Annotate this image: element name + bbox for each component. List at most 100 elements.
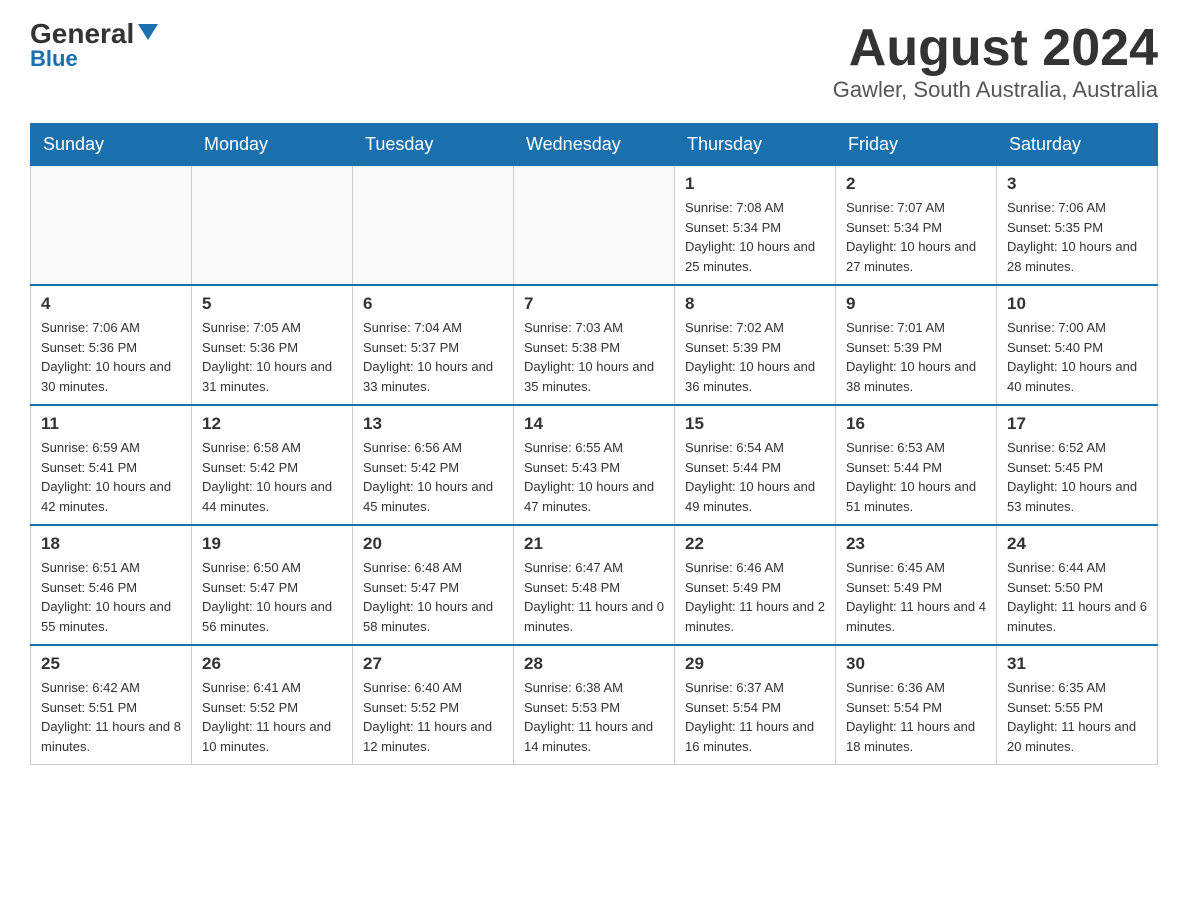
calendar-day-header-monday: Monday bbox=[192, 124, 353, 166]
calendar-cell: 2 Sunrise: 7:07 AMSunset: 5:34 PMDaylight… bbox=[836, 166, 997, 286]
calendar-cell: 5Sunrise: 7:05 AMSunset: 5:36 PMDaylight… bbox=[192, 285, 353, 405]
logo-blue-text: Blue bbox=[30, 48, 78, 70]
day-info: Sunrise: 6:59 AMSunset: 5:41 PMDaylight:… bbox=[41, 438, 181, 516]
calendar-day-header-friday: Friday bbox=[836, 124, 997, 166]
day-info: Sunrise: 6:51 AMSunset: 5:46 PMDaylight:… bbox=[41, 558, 181, 636]
day-number: 21 bbox=[524, 534, 664, 554]
day-info: Sunrise: 7:05 AMSunset: 5:36 PMDaylight:… bbox=[202, 318, 342, 396]
calendar-cell: 27 Sunrise: 6:40 AMSunset: 5:52 PMDayligh… bbox=[353, 645, 514, 765]
day-info: Sunrise: 6:36 AMSunset: 5:54 PMDaylight:… bbox=[846, 678, 986, 756]
day-number: 20 bbox=[363, 534, 503, 554]
calendar-cell: 8 Sunrise: 7:02 AMSunset: 5:39 PMDaylight… bbox=[675, 285, 836, 405]
calendar-week-row-4: 18 Sunrise: 6:51 AMSunset: 5:46 PMDayligh… bbox=[31, 525, 1158, 645]
calendar-cell: 23Sunrise: 6:45 AMSunset: 5:49 PMDayligh… bbox=[836, 525, 997, 645]
day-info: Sunrise: 6:37 AMSunset: 5:54 PMDaylight:… bbox=[685, 678, 825, 756]
calendar-week-row-3: 11 Sunrise: 6:59 AMSunset: 5:41 PMDayligh… bbox=[31, 405, 1158, 525]
calendar-cell: 21Sunrise: 6:47 AMSunset: 5:48 PMDayligh… bbox=[514, 525, 675, 645]
calendar-day-header-saturday: Saturday bbox=[997, 124, 1158, 166]
calendar-day-header-tuesday: Tuesday bbox=[353, 124, 514, 166]
day-info: Sunrise: 7:06 AMSunset: 5:36 PMDaylight:… bbox=[41, 318, 181, 396]
location-subtitle: Gawler, South Australia, Australia bbox=[833, 77, 1158, 103]
day-info: Sunrise: 7:01 AMSunset: 5:39 PMDaylight:… bbox=[846, 318, 986, 396]
day-number: 6 bbox=[363, 294, 503, 314]
calendar-cell: 11 Sunrise: 6:59 AMSunset: 5:41 PMDayligh… bbox=[31, 405, 192, 525]
day-number: 3 bbox=[1007, 174, 1147, 194]
month-year-title: August 2024 bbox=[833, 20, 1158, 77]
day-number: 14 bbox=[524, 414, 664, 434]
calendar-cell bbox=[514, 166, 675, 286]
day-info: Sunrise: 7:06 AMSunset: 5:35 PMDaylight:… bbox=[1007, 198, 1147, 276]
day-info: Sunrise: 6:56 AMSunset: 5:42 PMDaylight:… bbox=[363, 438, 503, 516]
calendar-cell bbox=[31, 166, 192, 286]
calendar-day-header-sunday: Sunday bbox=[31, 124, 192, 166]
day-info: Sunrise: 6:52 AMSunset: 5:45 PMDaylight:… bbox=[1007, 438, 1147, 516]
calendar-cell: 15Sunrise: 6:54 AMSunset: 5:44 PMDayligh… bbox=[675, 405, 836, 525]
day-number: 1 bbox=[685, 174, 825, 194]
day-number: 13 bbox=[363, 414, 503, 434]
calendar-cell: 9 Sunrise: 7:01 AMSunset: 5:39 PMDaylight… bbox=[836, 285, 997, 405]
calendar-table: SundayMondayTuesdayWednesdayThursdayFrid… bbox=[30, 123, 1158, 765]
calendar-week-row-1: 1 Sunrise: 7:08 AMSunset: 5:34 PMDaylight… bbox=[31, 166, 1158, 286]
logo-general-text: General bbox=[30, 20, 134, 48]
day-info: Sunrise: 7:04 AMSunset: 5:37 PMDaylight:… bbox=[363, 318, 503, 396]
calendar-cell: 26 Sunrise: 6:41 AMSunset: 5:52 PMDayligh… bbox=[192, 645, 353, 765]
title-section: August 2024 Gawler, South Australia, Aus… bbox=[833, 20, 1158, 103]
calendar-cell: 22Sunrise: 6:46 AMSunset: 5:49 PMDayligh… bbox=[675, 525, 836, 645]
day-number: 12 bbox=[202, 414, 342, 434]
calendar-cell: 25Sunrise: 6:42 AMSunset: 5:51 PMDayligh… bbox=[31, 645, 192, 765]
day-number: 2 bbox=[846, 174, 986, 194]
day-number: 9 bbox=[846, 294, 986, 314]
day-info: Sunrise: 7:07 AMSunset: 5:34 PMDaylight:… bbox=[846, 198, 986, 276]
day-info: Sunrise: 6:58 AMSunset: 5:42 PMDaylight:… bbox=[202, 438, 342, 516]
calendar-cell: 12 Sunrise: 6:58 AMSunset: 5:42 PMDayligh… bbox=[192, 405, 353, 525]
day-info: Sunrise: 7:02 AMSunset: 5:39 PMDaylight:… bbox=[685, 318, 825, 396]
day-info: Sunrise: 6:42 AMSunset: 5:51 PMDaylight:… bbox=[41, 678, 181, 756]
day-number: 28 bbox=[524, 654, 664, 674]
calendar-cell: 29 Sunrise: 6:37 AMSunset: 5:54 PMDayligh… bbox=[675, 645, 836, 765]
calendar-header-row: SundayMondayTuesdayWednesdayThursdayFrid… bbox=[31, 124, 1158, 166]
calendar-cell: 1 Sunrise: 7:08 AMSunset: 5:34 PMDaylight… bbox=[675, 166, 836, 286]
calendar-cell: 24 Sunrise: 6:44 AMSunset: 5:50 PMDayligh… bbox=[997, 525, 1158, 645]
page-header: General Blue August 2024 Gawler, South A… bbox=[30, 20, 1158, 103]
calendar-day-header-thursday: Thursday bbox=[675, 124, 836, 166]
day-number: 26 bbox=[202, 654, 342, 674]
day-number: 16 bbox=[846, 414, 986, 434]
day-number: 4 bbox=[41, 294, 181, 314]
day-number: 30 bbox=[846, 654, 986, 674]
day-number: 17 bbox=[1007, 414, 1147, 434]
day-info: Sunrise: 6:44 AMSunset: 5:50 PMDaylight:… bbox=[1007, 558, 1147, 636]
calendar-cell: 10Sunrise: 7:00 AMSunset: 5:40 PMDayligh… bbox=[997, 285, 1158, 405]
calendar-cell: 20Sunrise: 6:48 AMSunset: 5:47 PMDayligh… bbox=[353, 525, 514, 645]
day-info: Sunrise: 7:00 AMSunset: 5:40 PMDaylight:… bbox=[1007, 318, 1147, 396]
day-number: 18 bbox=[41, 534, 181, 554]
calendar-cell: 3 Sunrise: 7:06 AMSunset: 5:35 PMDaylight… bbox=[997, 166, 1158, 286]
day-info: Sunrise: 7:03 AMSunset: 5:38 PMDaylight:… bbox=[524, 318, 664, 396]
day-info: Sunrise: 6:55 AMSunset: 5:43 PMDaylight:… bbox=[524, 438, 664, 516]
logo: General Blue bbox=[30, 20, 158, 70]
calendar-cell bbox=[192, 166, 353, 286]
calendar-cell: 19 Sunrise: 6:50 AMSunset: 5:47 PMDayligh… bbox=[192, 525, 353, 645]
calendar-cell: 17 Sunrise: 6:52 AMSunset: 5:45 PMDayligh… bbox=[997, 405, 1158, 525]
day-info: Sunrise: 6:35 AMSunset: 5:55 PMDaylight:… bbox=[1007, 678, 1147, 756]
day-number: 8 bbox=[685, 294, 825, 314]
calendar-week-row-2: 4 Sunrise: 7:06 AMSunset: 5:36 PMDaylight… bbox=[31, 285, 1158, 405]
calendar-day-header-wednesday: Wednesday bbox=[514, 124, 675, 166]
day-info: Sunrise: 6:41 AMSunset: 5:52 PMDaylight:… bbox=[202, 678, 342, 756]
calendar-cell: 31 Sunrise: 6:35 AMSunset: 5:55 PMDayligh… bbox=[997, 645, 1158, 765]
day-number: 29 bbox=[685, 654, 825, 674]
day-number: 15 bbox=[685, 414, 825, 434]
calendar-week-row-5: 25Sunrise: 6:42 AMSunset: 5:51 PMDayligh… bbox=[31, 645, 1158, 765]
day-info: Sunrise: 7:08 AMSunset: 5:34 PMDaylight:… bbox=[685, 198, 825, 276]
day-number: 31 bbox=[1007, 654, 1147, 674]
day-number: 22 bbox=[685, 534, 825, 554]
calendar-cell bbox=[353, 166, 514, 286]
day-info: Sunrise: 6:38 AMSunset: 5:53 PMDaylight:… bbox=[524, 678, 664, 756]
day-number: 19 bbox=[202, 534, 342, 554]
day-number: 24 bbox=[1007, 534, 1147, 554]
day-info: Sunrise: 6:50 AMSunset: 5:47 PMDaylight:… bbox=[202, 558, 342, 636]
day-number: 7 bbox=[524, 294, 664, 314]
day-info: Sunrise: 6:40 AMSunset: 5:52 PMDaylight:… bbox=[363, 678, 503, 756]
day-number: 11 bbox=[41, 414, 181, 434]
calendar-cell: 13 Sunrise: 6:56 AMSunset: 5:42 PMDayligh… bbox=[353, 405, 514, 525]
day-number: 27 bbox=[363, 654, 503, 674]
